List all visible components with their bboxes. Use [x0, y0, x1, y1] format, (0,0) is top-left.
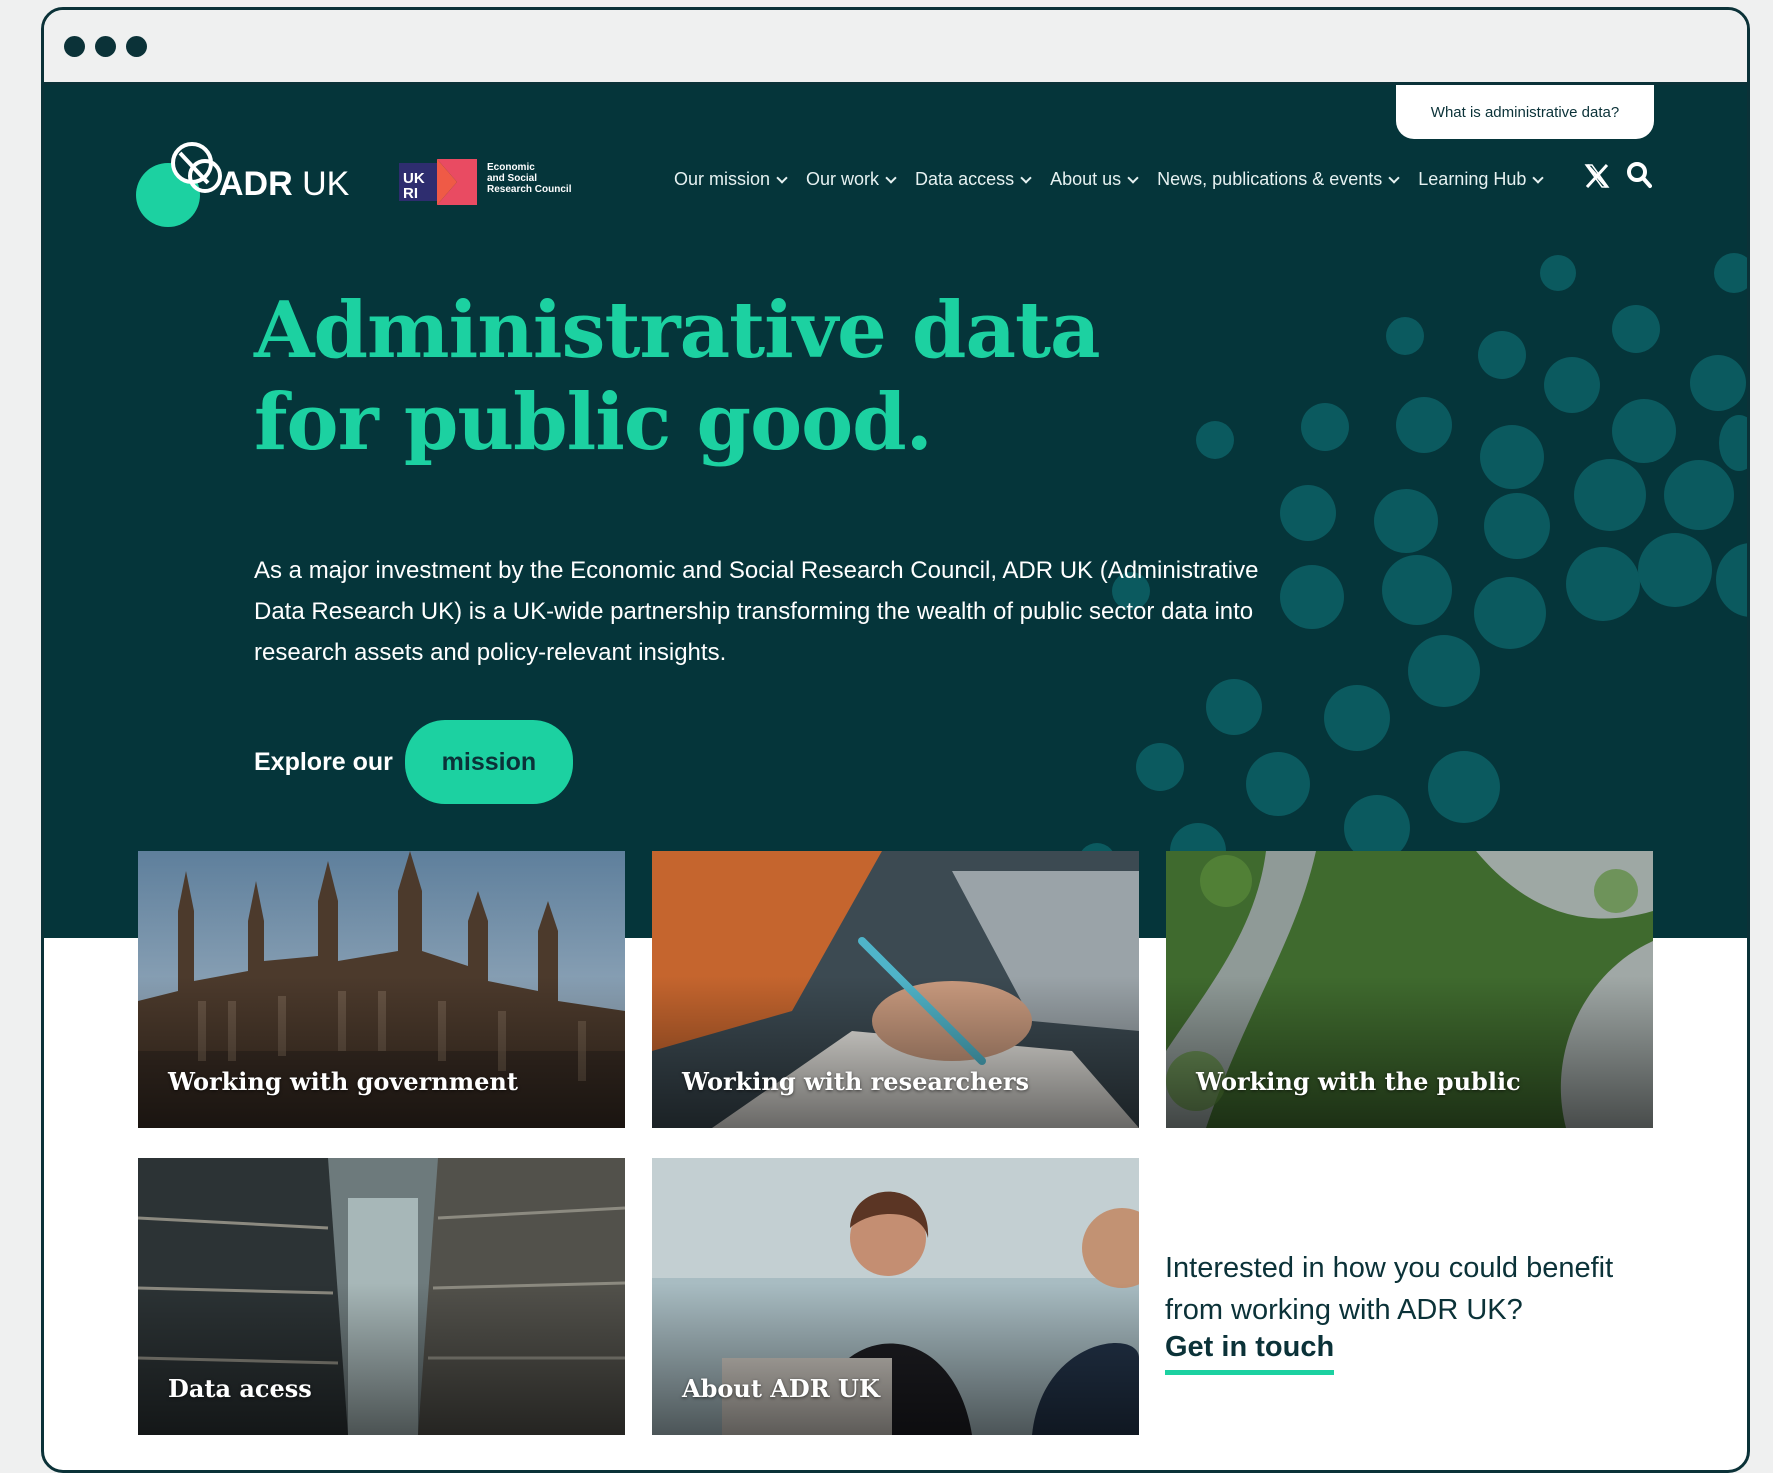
nav-our-work[interactable]: Our work	[806, 169, 897, 190]
chevron-down-icon	[1020, 171, 1032, 184]
nav-data-access[interactable]: Data access	[915, 169, 1032, 190]
explore-mission-row: Explore our mission	[254, 720, 573, 804]
browser-window: What is administrative data? ADR UK UK R…	[41, 7, 1750, 1473]
hero-description: As a major investment by the Economic an…	[254, 557, 1259, 666]
main-navigation: Our mission Our work Data access About u…	[674, 169, 1562, 190]
card-label: Working with government	[168, 1067, 518, 1096]
contact-cta: Interested in how you could benefit from…	[1165, 1247, 1665, 1375]
card-working-with-researchers[interactable]: Working with researchers	[652, 851, 1139, 1128]
card-label: Working with the public	[1196, 1067, 1521, 1096]
window-minimize-dot[interactable]	[95, 36, 116, 57]
hero-title: Administrative data for public good.	[254, 285, 1101, 468]
window-maximize-dot[interactable]	[126, 36, 147, 57]
esrc-label: Economic and Social Research Council	[487, 162, 572, 195]
what-is-admin-data-link[interactable]: What is administrative data?	[1396, 85, 1654, 139]
chevron-down-icon	[885, 171, 897, 184]
x-social-icon[interactable]	[1584, 163, 1610, 189]
mission-button[interactable]: mission	[404, 720, 573, 804]
ukri-badge-icon: UK RI	[399, 159, 477, 205]
chevron-down-icon	[1127, 171, 1139, 184]
card-working-with-government[interactable]: Working with government	[138, 851, 625, 1128]
nav-our-mission[interactable]: Our mission	[674, 169, 788, 190]
nav-learning-hub[interactable]: Learning Hub	[1418, 169, 1545, 190]
window-close-dot[interactable]	[64, 36, 85, 57]
card-label: About ADR UK	[682, 1374, 880, 1403]
logo-wordmark[interactable]: ADR UK	[219, 165, 349, 204]
card-label: Working with researchers	[682, 1067, 1030, 1096]
card-label: Data acess	[168, 1374, 312, 1403]
search-icon[interactable]	[1626, 161, 1652, 189]
card-about-adr-uk[interactable]: About ADR UK	[652, 1158, 1139, 1435]
nav-news-publications-events[interactable]: News, publications & events	[1157, 169, 1400, 190]
browser-titlebar	[44, 10, 1747, 85]
card-data-access[interactable]: Data acess	[138, 1158, 625, 1435]
chevron-down-icon	[776, 171, 788, 184]
explore-label: Explore our	[254, 747, 393, 776]
svg-text:RI: RI	[403, 185, 418, 202]
nav-about-us[interactable]: About us	[1050, 169, 1139, 190]
chevron-down-icon	[1532, 171, 1545, 184]
ukri-esrc-logo[interactable]: UK RI Economic and Social Research Counc…	[399, 159, 579, 205]
cta-text: Interested in how you could benefit from…	[1165, 1252, 1614, 1326]
chevron-down-icon	[1388, 171, 1400, 184]
hero-section: What is administrative data? ADR UK UK R…	[44, 85, 1747, 938]
card-working-with-the-public[interactable]: Working with the public	[1166, 851, 1653, 1128]
get-in-touch-link[interactable]: Get in touch	[1165, 1331, 1335, 1375]
